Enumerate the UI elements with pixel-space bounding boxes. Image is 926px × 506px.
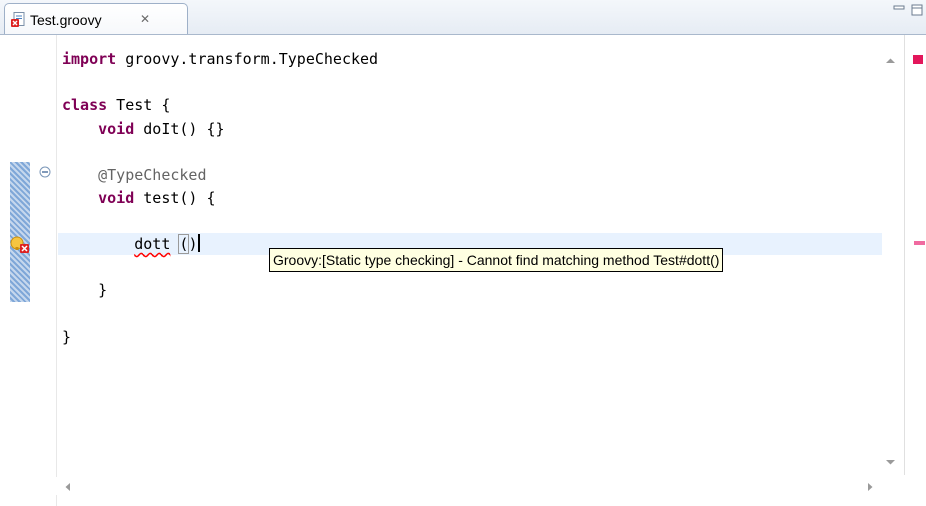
vertical-ruler xyxy=(0,35,34,506)
folding-column xyxy=(34,35,57,506)
text-caret xyxy=(198,234,201,252)
scroll-left-arrow-icon[interactable] xyxy=(64,482,72,492)
error-identifier[interactable]: dott xyxy=(134,235,170,253)
range-indicator xyxy=(10,162,30,302)
code-line-class: class Test { xyxy=(62,95,170,115)
groovy-file-error-icon xyxy=(11,12,25,27)
keyword: class xyxy=(62,96,108,114)
close-icon[interactable]: ✕ xyxy=(140,12,150,26)
code-line-close-method: } xyxy=(62,280,107,300)
scroll-up-arrow-icon[interactable] xyxy=(885,57,896,65)
tab-test-groovy[interactable]: Test.groovy ✕ xyxy=(4,3,188,34)
code-line-close-class: } xyxy=(62,327,71,347)
editor-tab-bar: Test.groovy ✕ xyxy=(0,0,926,35)
code-line-error-call: dott () xyxy=(62,234,201,254)
code-text-segment: groovy.transform.TypeChecked xyxy=(116,50,379,68)
scroll-right-arrow-icon[interactable] xyxy=(866,482,874,492)
keyword: void xyxy=(98,120,135,138)
code-text-segment: doIt() {} xyxy=(134,120,225,138)
fold-collapse-icon[interactable] xyxy=(39,166,51,178)
scroll-down-arrow-icon[interactable] xyxy=(885,458,896,466)
keyword: void xyxy=(98,189,135,207)
horizontal-scrollbar[interactable] xyxy=(56,477,882,495)
tab-title: Test.groovy xyxy=(30,12,102,28)
code-line-test-method: void test() { xyxy=(62,188,216,208)
code-text-segment: Test { xyxy=(107,96,171,114)
annotation: @TypeChecked xyxy=(98,166,207,184)
quickfix-error-icon[interactable] xyxy=(10,236,32,254)
code-line-annotation: @TypeChecked xyxy=(62,165,207,185)
code-line-import: import groovy.transform.TypeChecked xyxy=(62,49,378,69)
code-text-segment: } xyxy=(62,328,72,346)
maximize-icon[interactable] xyxy=(911,4,923,16)
vertical-scrollbar[interactable] xyxy=(882,35,899,475)
code-text-segment: } xyxy=(98,281,108,299)
minimize-icon[interactable] xyxy=(893,4,905,16)
code-text-segment: test() { xyxy=(134,189,216,207)
keyword: import xyxy=(62,50,117,68)
code-line-doit: void doIt() {} xyxy=(62,119,225,139)
overview-ruler[interactable] xyxy=(904,35,926,475)
overview-error-indicator[interactable] xyxy=(913,55,923,64)
error-hover-tooltip: Groovy:[Static type checking] - Cannot f… xyxy=(269,248,724,272)
bracket-close: ) xyxy=(188,235,198,253)
overview-error-mark[interactable] xyxy=(914,241,925,245)
code-editor[interactable]: import groovy.transform.TypeChecked clas… xyxy=(0,35,926,506)
